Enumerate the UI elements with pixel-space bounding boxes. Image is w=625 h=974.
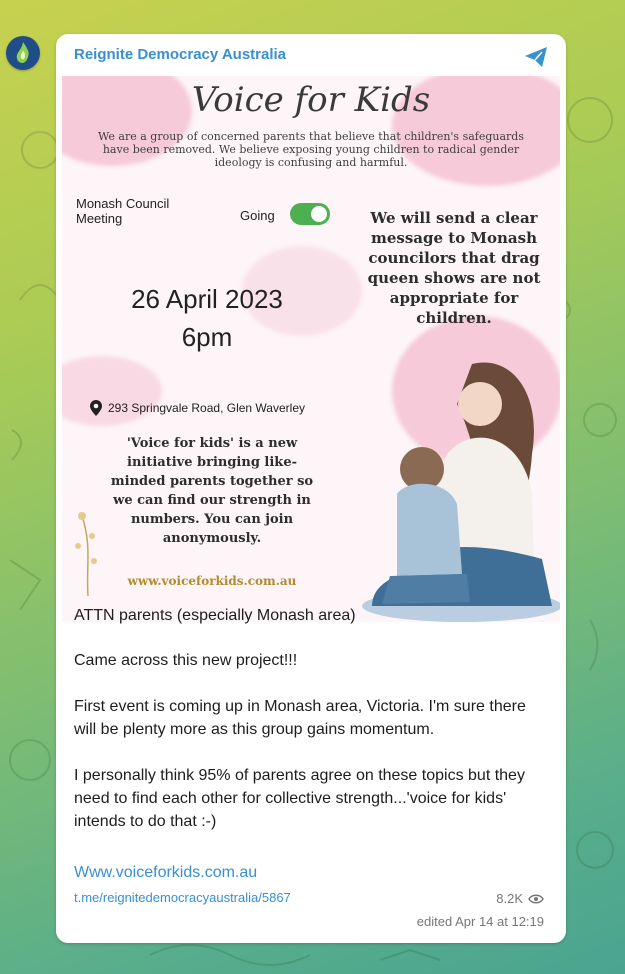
mother-child-illustration <box>362 362 560 622</box>
channel-name[interactable]: Reignite Democracy Australia <box>74 46 286 63</box>
paper-plane-icon[interactable] <box>524 46 548 68</box>
going-label: Going <box>240 208 275 223</box>
message-line-4: I personally think 95% of parents agree … <box>74 767 525 830</box>
edited-timestamp: edited Apr 14 at 12:19 <box>416 914 544 929</box>
poster-message: We will send a clear message to Monash c… <box>367 209 541 327</box>
event-poster-image[interactable]: Voice for Kids We are a group of concern… <box>62 76 560 622</box>
poster-url: www.voiceforkids.com.au <box>127 574 297 588</box>
eye-icon <box>528 894 544 903</box>
address-text: 293 Springvale Road, Glen Waverley <box>108 401 305 415</box>
post-card: Reignite Democracy Australia Voice for K… <box>56 34 566 943</box>
poster-intro: We are a group of concerned parents that… <box>97 130 524 169</box>
view-count: 8.2K <box>496 891 544 906</box>
location-pin-icon <box>90 400 102 416</box>
message-line-1: ATTN parents (especially Monash area) <box>74 607 356 624</box>
message-line-2: Came across this new project!!! <box>74 652 298 669</box>
going-toggle <box>290 203 330 225</box>
message-line-3: First event is coming up in Monash area,… <box>74 698 526 738</box>
flame-logo-icon <box>16 42 29 63</box>
post-link[interactable]: t.me/reignitedemocracyaustralia/5867 <box>74 890 291 905</box>
event-name: Monash Council Meeting <box>76 196 170 226</box>
event-datetime: 26 April 2023 6pm <box>82 280 332 356</box>
channel-avatar[interactable] <box>6 36 40 70</box>
flower-sprig-decoration <box>75 512 97 596</box>
poster-title: Voice for Kids <box>191 80 431 120</box>
event-address: 293 Springvale Road, Glen Waverley <box>90 400 305 416</box>
poster-initiative: 'Voice for kids' is a new initiative bri… <box>110 436 314 546</box>
website-link[interactable]: Www.voiceforkids.com.au <box>74 864 257 882</box>
views-text: 8.2K <box>496 891 523 906</box>
event-date: 26 April 2023 <box>131 284 283 314</box>
event-time: 6pm <box>181 322 233 352</box>
